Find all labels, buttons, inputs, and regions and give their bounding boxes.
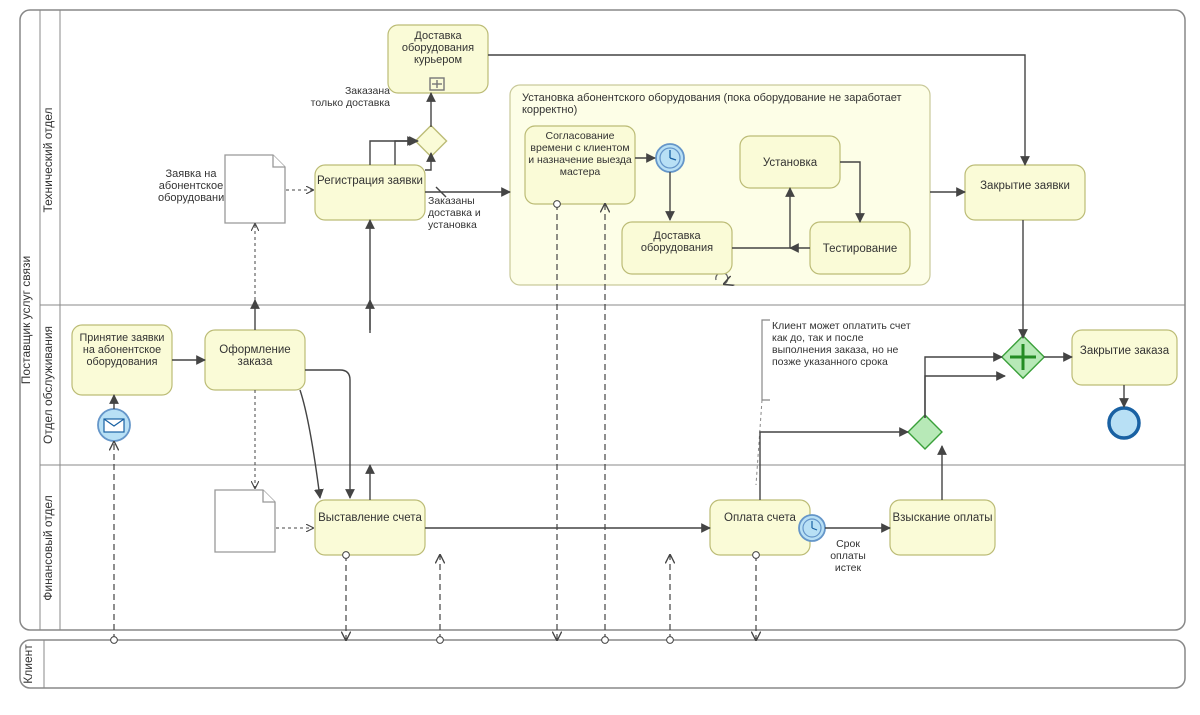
pool-client	[20, 640, 1185, 688]
task-equipment-delivery-label: Доставка оборудования	[622, 230, 732, 254]
task-delivery-courier-label: Доставка оборудования курьером	[388, 30, 488, 66]
task-close-order-label: Закрытие заказа	[1072, 345, 1177, 357]
pool-client-label: Клиент	[21, 644, 35, 684]
task-collection-label: Взыскание оплаты	[890, 512, 995, 524]
bpmn-diagram: Поставщик услуг связи Технический отдел …	[0, 0, 1200, 715]
task-registration-label: Регистрация заявки	[315, 175, 425, 187]
annotation-bracket-icon	[762, 320, 770, 400]
message-start-event-icon	[98, 409, 130, 441]
task-close-request-label: Закрытие заявки	[965, 180, 1085, 192]
label-only-delivery: Заказана только доставка	[310, 85, 390, 109]
task-make-order-label: Оформление заказа	[205, 344, 305, 368]
gateway-delivery-choice[interactable]	[415, 125, 446, 156]
invoice-document-icon	[215, 490, 275, 552]
task-payment-label: Оплата счета	[710, 512, 810, 524]
gateway-parallel-join[interactable]	[1002, 336, 1044, 378]
payment-annotation: Клиент может оплатить счет как до, так и…	[772, 320, 922, 368]
task-invoice-label: Выставление счета	[315, 512, 425, 524]
lane-tech-label: Технический отдел	[41, 107, 55, 212]
timer-event-icon	[656, 144, 684, 172]
request-document-label: Заявка на абонентское оборудование	[158, 168, 224, 204]
group-install-label: Установка абонентского оборудования (пок…	[522, 92, 918, 116]
request-document-icon	[225, 155, 285, 223]
payment-timer-label: Срок оплаты истек	[822, 538, 874, 574]
label-delivery-install: Заказаны доставка и установка	[428, 195, 508, 231]
task-schedule-label: Согласование времени с клиентом и назнач…	[527, 130, 633, 178]
pool-provider-label: Поставщик услуг связи	[19, 256, 33, 384]
lane-service-label: Отдел обслуживания	[41, 326, 55, 444]
gateway-payment-check[interactable]	[908, 415, 942, 449]
task-accept-request-label: Принятие заявки на абонентское оборудова…	[74, 332, 170, 368]
task-install-label: Установка	[763, 157, 818, 169]
lane-finance-label: Финансовый отдел	[41, 495, 55, 600]
task-testing-label: Тестирование	[823, 243, 898, 255]
end-event-icon	[1109, 408, 1139, 438]
